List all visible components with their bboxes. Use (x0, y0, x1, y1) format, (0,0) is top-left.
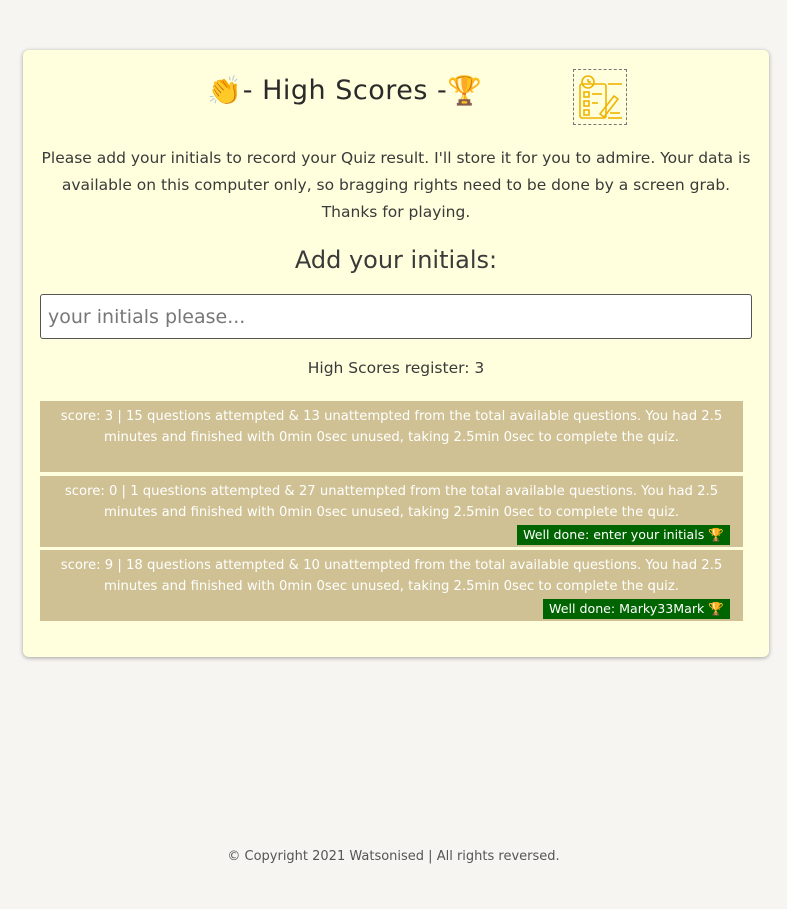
well-done-badge: Well done: enter your initials 🏆 (517, 525, 730, 545)
add-initials-heading: Add your initials: (294, 246, 498, 274)
score-row: score: 0 | 1 questions attempted & 27 un… (40, 476, 743, 547)
score-row: score: 9 | 18 questions attempted & 10 u… (40, 550, 743, 621)
page-title-text: - High Scores - (242, 74, 448, 106)
page-title: 👏 - High Scores - 🏆 (175, 70, 515, 110)
high-scores-card: 👏 - High Scores - 🏆 Please add your init… (23, 50, 769, 657)
trophy-icon: 🏆 (447, 73, 483, 107)
intro-text: Please add your initials to record your … (41, 149, 751, 221)
register-count: High Scores register: 3 (307, 359, 485, 377)
footer-copyright: © Copyright 2021 Watsonised | All rights… (227, 849, 560, 864)
clapping-hands-icon: 👏 (207, 73, 243, 107)
score-row-text: score: 3 | 15 questions attempted & 13 u… (60, 409, 723, 445)
well-done-badge: Well done: Marky33Mark 🏆 (543, 599, 730, 619)
score-row-text: score: 9 | 18 questions attempted & 10 u… (60, 558, 723, 594)
score-row-text: score: 0 | 1 questions attempted & 27 un… (64, 484, 719, 520)
score-row: score: 3 | 15 questions attempted & 13 u… (40, 401, 743, 472)
quiz-clipboard-icon (573, 69, 627, 125)
initials-input[interactable] (40, 294, 752, 339)
